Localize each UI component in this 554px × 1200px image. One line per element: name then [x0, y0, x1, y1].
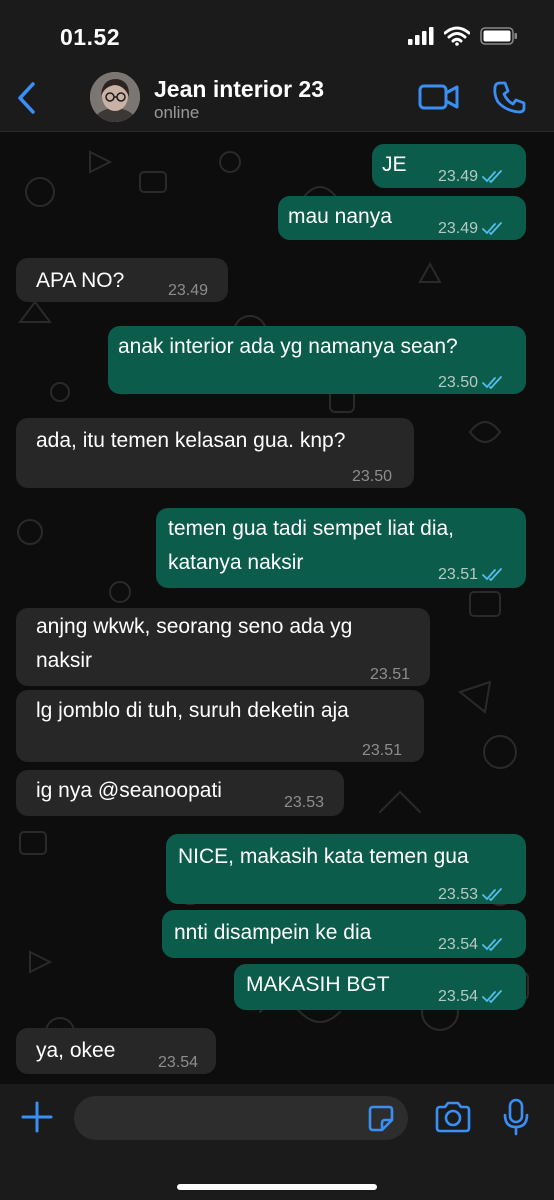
message-text: ig nya @seanoopati [36, 779, 222, 802]
message-time: 23.51 [370, 666, 411, 683]
message-meta: 23.53 [284, 788, 324, 818]
avatar-image [90, 72, 140, 122]
message-text: JE [382, 153, 407, 176]
message-meta: 23.51 [362, 736, 402, 766]
video-call-button[interactable] [418, 82, 460, 112]
message-meta: 23.49 [438, 162, 504, 192]
contact-status: online [154, 103, 200, 122]
message-text: naksir [36, 649, 93, 672]
message-text: katanya naksir [168, 551, 304, 574]
message-bubble-outgoing[interactable]: anak interior ada yg namanya sean? 23.50 [108, 326, 526, 394]
wifi-icon [444, 26, 470, 46]
message-text: NICE, makasih kata temen gua [178, 845, 469, 868]
message-time: 23.54 [158, 1054, 199, 1071]
message-meta: 23.50 [352, 462, 392, 492]
message-meta: 23.51 [370, 660, 410, 690]
contact-avatar[interactable] [90, 72, 140, 122]
message-time: 23.49 [438, 168, 479, 185]
message-time: 23.51 [438, 566, 479, 583]
chevron-left-icon [18, 82, 35, 114]
video-camera-icon [418, 84, 459, 110]
camera-icon [435, 1101, 471, 1133]
message-text: anjng wkwk, seorang seno ada yg [36, 615, 353, 638]
message-meta: 23.50 [438, 368, 504, 398]
message-meta: 23.53 [438, 880, 504, 910]
read-receipt-icon [482, 888, 502, 902]
message-time: 23.51 [362, 742, 403, 759]
message-bubble-incoming[interactable]: anjng wkwk, seorang seno ada yg naksir 2… [16, 608, 430, 686]
message-text: MAKASIH BGT [246, 973, 390, 996]
back-button[interactable] [10, 78, 42, 118]
message-time: 23.49 [168, 282, 209, 299]
plus-icon [21, 1101, 53, 1133]
status-time: 01.52 [60, 24, 121, 50]
read-receipt-icon [482, 376, 502, 390]
message-meta: 23.51 [438, 560, 504, 590]
message-text: temen gua tadi sempet liat dia, [168, 517, 455, 540]
message-time: 23.50 [438, 374, 479, 391]
sticker-button[interactable] [366, 1104, 396, 1134]
phone-icon [493, 81, 526, 114]
message-bubble-incoming[interactable]: APA NO? 23.49 [16, 258, 228, 302]
read-receipt-icon [482, 170, 502, 184]
message-meta: 23.54 [438, 930, 504, 960]
message-time: 23.54 [438, 988, 479, 1005]
battery-icon [480, 27, 517, 45]
message-bubble-outgoing[interactable]: MAKASIH BGT 23.54 [234, 964, 526, 1010]
status-icons [408, 26, 518, 46]
message-time: 23.53 [284, 794, 325, 811]
message-bubble-incoming[interactable]: ya, okee 23.54 [16, 1028, 216, 1074]
message-time: 23.53 [438, 886, 479, 903]
message-input[interactable] [74, 1096, 408, 1140]
message-text: ya, okee [36, 1039, 116, 1062]
message-text: nnti disampein ke dia [174, 921, 372, 944]
read-receipt-icon [482, 222, 502, 236]
message-meta: 23.49 [168, 276, 208, 306]
read-receipt-icon [482, 990, 502, 1004]
camera-button[interactable] [434, 1100, 472, 1134]
status-bar: 01.52 [0, 0, 554, 68]
message-bubble-outgoing[interactable]: mau nanya 23.49 [278, 196, 526, 240]
message-text: APA NO? [36, 269, 125, 292]
message-text: mau nanya [288, 205, 392, 228]
contact-name[interactable]: Jean interior 23 [154, 76, 324, 103]
home-indicator [177, 1184, 377, 1190]
chat-area[interactable]: JE 23.49 mau nanya 23.49 APA NO? 23.49 a… [0, 132, 554, 1084]
message-meta: 23.54 [158, 1048, 198, 1078]
message-meta: 23.49 [438, 214, 504, 244]
message-time: 23.54 [438, 936, 479, 953]
message-bubble-incoming[interactable]: ig nya @seanoopati 23.53 [16, 770, 344, 816]
read-receipt-icon [482, 568, 502, 582]
message-text: anak interior ada yg namanya sean? [118, 335, 458, 358]
sticker-icon [368, 1105, 394, 1132]
message-text: ada, itu temen kelasan gua. knp? [36, 429, 346, 452]
message-text: lg jomblo di tuh, suruh deketin aja [36, 699, 349, 722]
message-time: 23.49 [438, 220, 479, 237]
read-receipt-icon [482, 938, 502, 952]
message-bubble-outgoing[interactable]: NICE, makasih kata temen gua 23.53 [166, 834, 526, 904]
microphone-icon [503, 1098, 529, 1136]
message-bubble-incoming[interactable]: ada, itu temen kelasan gua. knp? 23.50 [16, 418, 414, 488]
attach-button[interactable] [20, 1100, 54, 1134]
message-bubble-outgoing[interactable]: JE 23.49 [372, 144, 526, 188]
message-bubble-outgoing[interactable]: nnti disampein ke dia 23.54 [162, 910, 526, 958]
chat-header: Jean interior 23 online [0, 68, 554, 132]
message-time: 23.50 [352, 468, 393, 485]
message-meta: 23.54 [438, 982, 504, 1012]
voice-call-button[interactable] [492, 80, 526, 114]
message-bubble-incoming[interactable]: lg jomblo di tuh, suruh deketin aja 23.5… [16, 690, 424, 762]
cellular-signal-icon [408, 27, 434, 45]
microphone-button[interactable] [502, 1098, 530, 1136]
message-input-bar [0, 1084, 554, 1200]
message-bubble-outgoing[interactable]: temen gua tadi sempet liat dia, katanya … [156, 508, 526, 588]
